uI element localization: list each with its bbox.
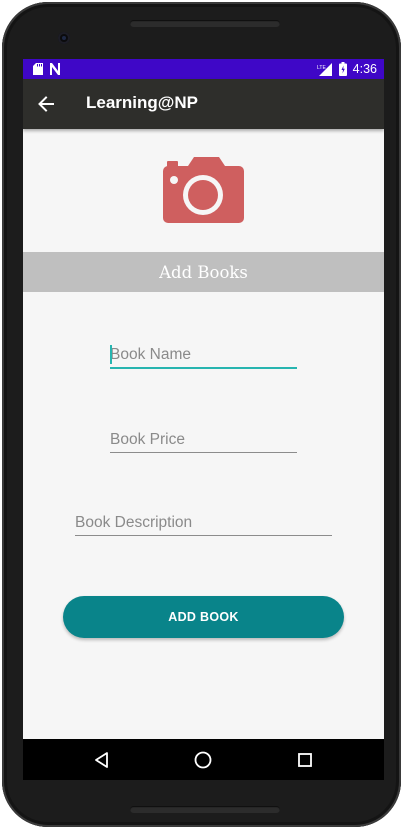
recents-square-icon	[298, 753, 312, 767]
add-book-button[interactable]: ADD BOOK	[63, 596, 344, 638]
home-circle-icon	[194, 751, 212, 769]
app-screen: LTE 4:36 Learning@NP Add Books Book Name…	[23, 59, 384, 780]
sd-card-icon	[33, 63, 43, 75]
signal-icon: LTE	[317, 62, 332, 76]
book-name-input[interactable]	[110, 343, 297, 369]
book-image-picker[interactable]	[163, 157, 244, 223]
nav-home-button[interactable]	[192, 749, 214, 771]
book-description-field-wrap	[75, 510, 332, 536]
status-bar: LTE 4:36	[23, 59, 384, 79]
text-caret	[110, 345, 112, 364]
camera-icon	[163, 157, 244, 223]
earpiece-speaker	[130, 20, 280, 27]
section-banner: Add Books	[23, 252, 384, 292]
battery-icon	[338, 62, 347, 76]
arrow-back-icon	[38, 96, 54, 112]
status-time: 4:36	[352, 62, 377, 76]
book-name-field-wrap	[110, 343, 297, 369]
nav-back-button[interactable]	[91, 749, 113, 771]
banner-title: Add Books	[159, 262, 248, 282]
back-button[interactable]	[33, 91, 59, 117]
front-camera	[58, 32, 70, 44]
book-price-input[interactable]	[110, 427, 297, 453]
book-price-field-wrap	[110, 427, 297, 453]
system-nav-bar	[23, 739, 384, 780]
network-type-label: LTE	[317, 65, 326, 71]
n-notification-icon	[50, 63, 60, 75]
page-title: Learning@NP	[86, 93, 198, 112]
bottom-speaker	[130, 806, 280, 813]
back-triangle-icon	[95, 752, 108, 768]
app-bar: Learning@NP	[23, 79, 384, 129]
book-description-input[interactable]	[75, 510, 332, 536]
nav-recents-button[interactable]	[294, 749, 316, 771]
